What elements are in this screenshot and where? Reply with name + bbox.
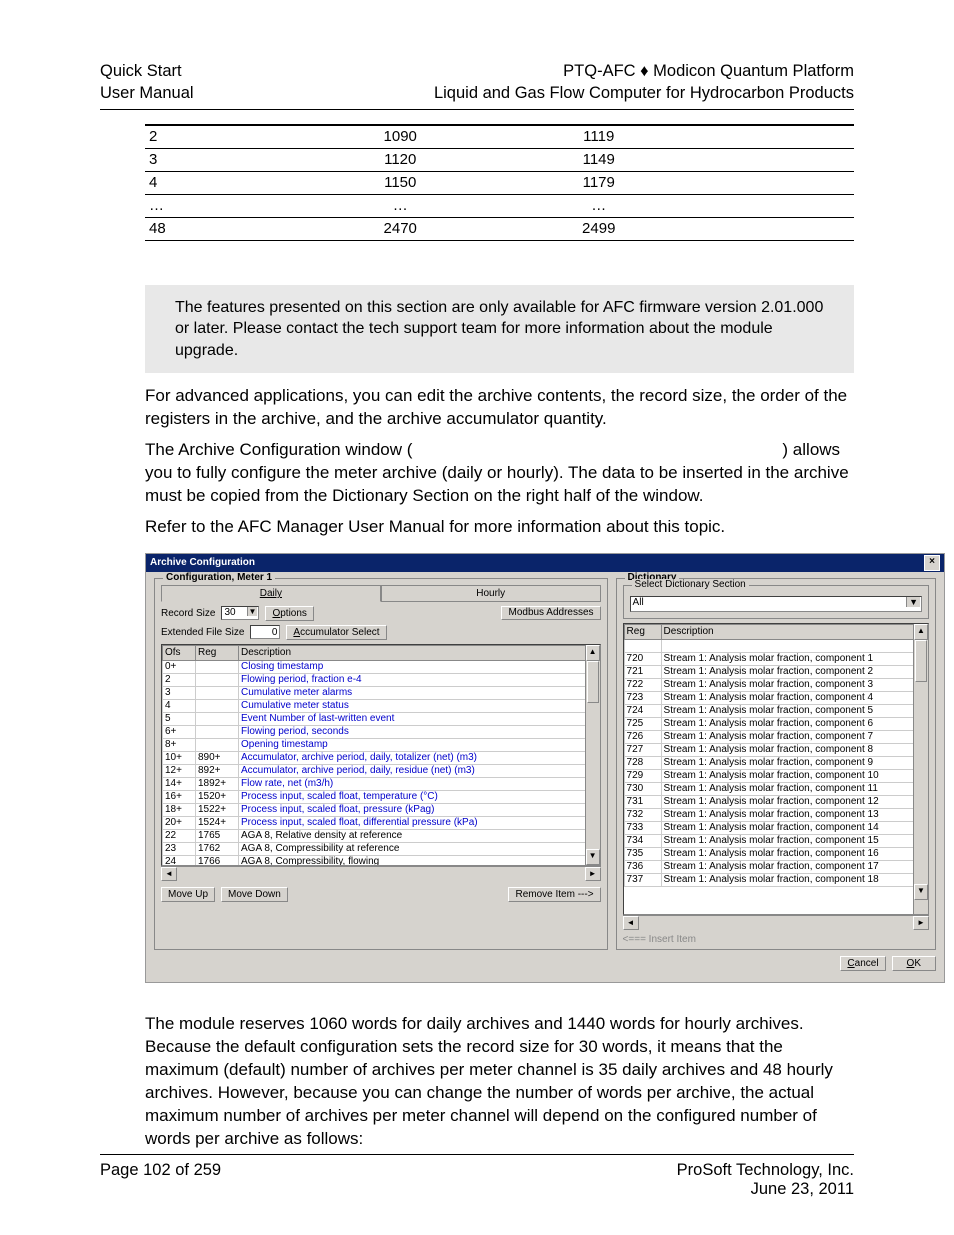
grid-row[interactable]: 5Event Number of last-written event	[163, 712, 600, 725]
options-button[interactable]: Options	[265, 606, 313, 621]
grid-row[interactable]: 723Stream 1: Analysis molar fraction, co…	[624, 691, 927, 704]
header-left-1: Quick Start	[100, 60, 194, 82]
paragraph-4: The module reserves 1060 words for daily…	[145, 1013, 854, 1151]
dict-section-label: Select Dictionary Section	[632, 579, 749, 590]
grid-row[interactable]: 725Stream 1: Analysis molar fraction, co…	[624, 717, 927, 730]
cancel-button[interactable]: Cancel	[840, 956, 885, 971]
record-size-combo[interactable]: 30	[221, 606, 259, 620]
archive-items-grid[interactable]: Ofs Reg Description 0+Closing timestamp2…	[161, 644, 601, 866]
grid-row[interactable]: 221765AGA 8, Relative density at referen…	[163, 829, 600, 842]
close-icon[interactable]: ×	[924, 555, 940, 571]
move-up-button[interactable]: Move Up	[161, 887, 215, 902]
grid-row[interactable]: 0+Closing timestamp	[163, 660, 600, 673]
scrollbar-vertical[interactable]: ▲ ▼	[585, 645, 600, 865]
grid-row[interactable]: 731Stream 1: Analysis molar fraction, co…	[624, 795, 927, 808]
footer-rule	[100, 1154, 854, 1155]
table-row: 311201149	[145, 148, 854, 171]
table-row: 210901119	[145, 125, 854, 149]
grid-row[interactable]: 8+Opening timestamp	[163, 738, 600, 751]
tab-hourly[interactable]: Hourly	[381, 585, 601, 602]
grid-row[interactable]	[624, 639, 927, 652]
table-row: 411501179	[145, 171, 854, 194]
footer-date: June 23, 2011	[677, 1180, 854, 1199]
grid-row[interactable]: 726Stream 1: Analysis molar fraction, co…	[624, 730, 927, 743]
grid-row[interactable]: 730Stream 1: Analysis molar fraction, co…	[624, 782, 927, 795]
table-row: 4824702499	[145, 217, 854, 240]
grid-row[interactable]: 20+1524+Process input, scaled float, dif…	[163, 816, 600, 829]
grid-row[interactable]: 4Cumulative meter status	[163, 699, 600, 712]
grid-row[interactable]: 737Stream 1: Analysis molar fraction, co…	[624, 873, 927, 886]
grid-row[interactable]: 10+890+Accumulator, archive period, dail…	[163, 751, 600, 764]
grid-row[interactable]: 729Stream 1: Analysis molar fraction, co…	[624, 769, 927, 782]
grid-row[interactable]: 732Stream 1: Analysis molar fraction, co…	[624, 808, 927, 821]
move-down-button[interactable]: Move Down	[221, 887, 288, 902]
header-right-1: PTQ-AFC ♦ Modicon Quantum Platform	[434, 60, 854, 82]
paragraph-2: The Archive Configuration window () allo…	[145, 439, 854, 508]
grid-row[interactable]: 724Stream 1: Analysis molar fraction, co…	[624, 704, 927, 717]
grid-row[interactable]: 733Stream 1: Analysis molar fraction, co…	[624, 821, 927, 834]
firmware-note: The features presented on this section a…	[145, 285, 854, 374]
footer-company: ProSoft Technology, Inc.	[677, 1161, 854, 1180]
grid-row[interactable]: 241766AGA 8, Compressibility, flowing	[163, 855, 600, 866]
paragraph-3: Refer to the AFC Manager User Manual for…	[145, 516, 854, 539]
header-rule	[100, 109, 854, 110]
extended-file-size-label: Extended File Size	[161, 627, 244, 638]
grid-row[interactable]: 12+892+Accumulator, archive period, dail…	[163, 764, 600, 777]
grid-row[interactable]: 2Flowing period, fraction e-4	[163, 673, 600, 686]
grid-row[interactable]: 722Stream 1: Analysis molar fraction, co…	[624, 678, 927, 691]
tab-daily[interactable]: Daily	[161, 585, 381, 602]
grid-row[interactable]: 727Stream 1: Analysis molar fraction, co…	[624, 743, 927, 756]
table-row: ………	[145, 194, 854, 217]
dictionary-grid[interactable]: Reg Description 720Stream 1: Analysis mo…	[623, 623, 929, 915]
modbus-addresses-button[interactable]: Modbus Addresses	[501, 606, 600, 620]
grid-row[interactable]: 16+1520+Process input, scaled float, tem…	[163, 790, 600, 803]
remove-item-button[interactable]: Remove Item --->	[508, 887, 600, 902]
dict-section-combo[interactable]: All	[630, 596, 922, 612]
grid-row[interactable]: 18+1522+Process input, scaled float, pre…	[163, 803, 600, 816]
window-title: Archive Configuration	[150, 554, 255, 572]
archive-configuration-window: Archive Configuration × Configuration, M…	[145, 553, 945, 983]
grid-row[interactable]: 3Cumulative meter alarms	[163, 686, 600, 699]
scrollbar-vertical[interactable]: ▲ ▼	[913, 624, 928, 914]
grid-row[interactable]: 735Stream 1: Analysis molar fraction, co…	[624, 847, 927, 860]
grid-row[interactable]: 728Stream 1: Analysis molar fraction, co…	[624, 756, 927, 769]
header-left-2: User Manual	[100, 82, 194, 104]
scrollbar-horizontal[interactable]: ◄►	[161, 866, 601, 881]
scrollbar-horizontal[interactable]: ◄►	[623, 915, 929, 930]
extended-file-size-input[interactable]	[250, 625, 280, 639]
page-number: Page 102 of 259	[100, 1161, 221, 1199]
insert-item-button[interactable]: <=== Insert Item	[623, 934, 929, 945]
grid-row[interactable]: 231762AGA 8, Compressibility at referenc…	[163, 842, 600, 855]
record-size-label: Record Size	[161, 608, 215, 619]
grid-row[interactable]: 6+Flowing period, seconds	[163, 725, 600, 738]
header-right-2: Liquid and Gas Flow Computer for Hydroca…	[434, 82, 854, 104]
grid-row[interactable]: 720Stream 1: Analysis molar fraction, co…	[624, 652, 927, 665]
archive-address-table: 210901119311201149411501179………4824702499	[145, 124, 854, 241]
paragraph-1: For advanced applications, you can edit …	[145, 385, 854, 431]
accumulator-select-button[interactable]: Accumulator Select	[286, 625, 386, 640]
grid-row[interactable]: 14+1892+Flow rate, net (m3/h)	[163, 777, 600, 790]
grid-row[interactable]: 736Stream 1: Analysis molar fraction, co…	[624, 860, 927, 873]
ok-button[interactable]: OK	[892, 956, 936, 971]
grid-row[interactable]: 721Stream 1: Analysis molar fraction, co…	[624, 665, 927, 678]
config-meter-legend: Configuration, Meter 1	[163, 572, 275, 583]
grid-row[interactable]: 734Stream 1: Analysis molar fraction, co…	[624, 834, 927, 847]
